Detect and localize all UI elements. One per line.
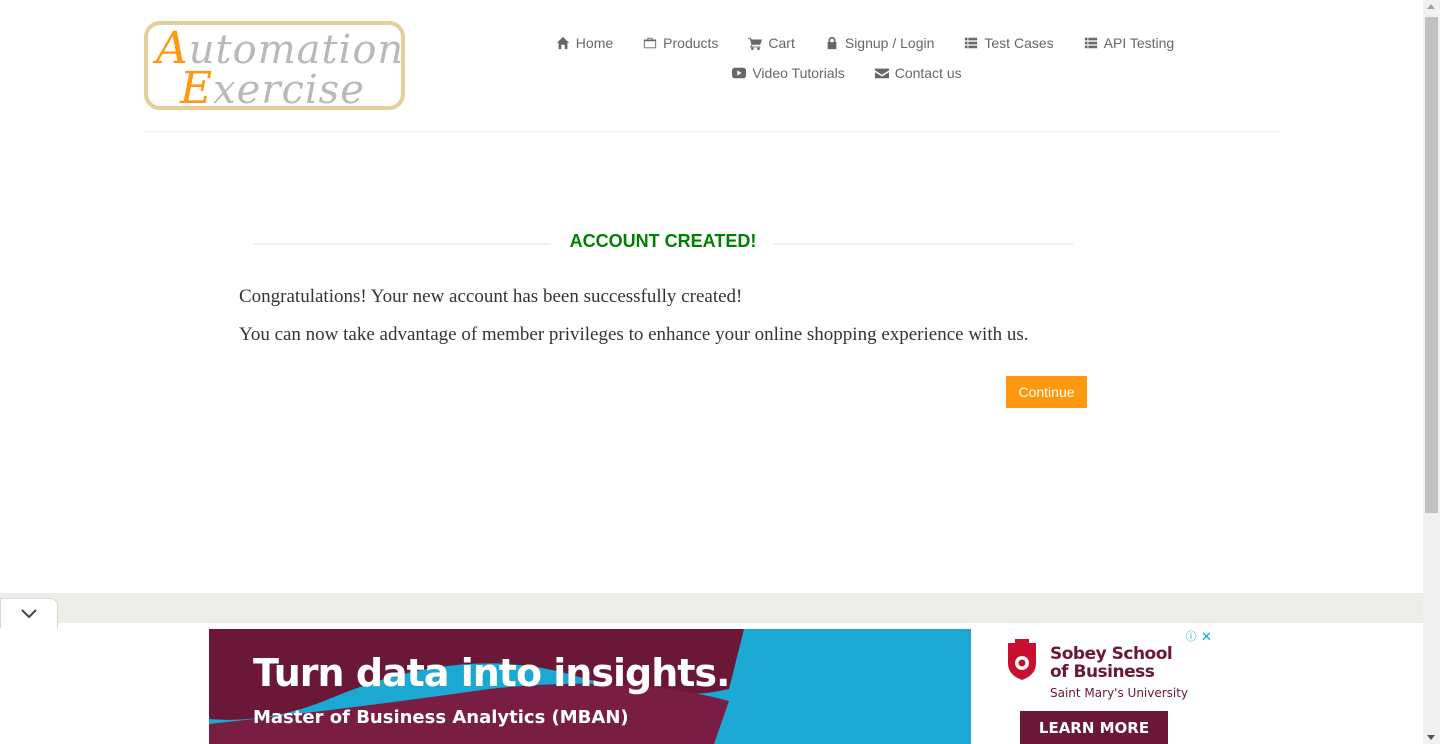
nav-row-1: Home Products Cart Signup / Login Test C… [520, 28, 1210, 58]
envelope-icon [874, 68, 889, 79]
nav-home-label: Home [575, 35, 614, 51]
privileges-message: You can now take advantage of member pri… [239, 324, 1029, 345]
nav-contact-us-label: Contact us [894, 65, 962, 81]
nav-signup-login[interactable]: Signup / Login [825, 35, 935, 51]
scroll-down-icon[interactable] [1427, 735, 1435, 740]
ad-university: Saint Mary's University [1050, 686, 1189, 700]
ad-school-line2: of Business [1050, 662, 1155, 682]
school-crest-icon [1008, 639, 1036, 680]
nav-video-tutorials[interactable]: Video Tutorials [732, 65, 845, 81]
nav-cart-label: Cart [768, 35, 795, 51]
congrats-message: Congratulations! Your new account has be… [239, 286, 743, 307]
main-nav: Home Products Cart Signup / Login Test C… [520, 28, 1210, 88]
nav-api-testing-label: API Testing [1103, 35, 1175, 51]
logo-line2: Exercise [180, 63, 365, 110]
ad-headline: Turn data into insights. [253, 651, 730, 695]
ad-brand-panel: Sobey School of Business Saint Mary's Un… [971, 629, 1214, 744]
ad-subheadline: Master of Business Analytics (MBAN) [253, 707, 629, 728]
list-icon [965, 37, 978, 49]
nav-home[interactable]: Home [556, 35, 613, 51]
continue-button[interactable]: Continue [1006, 376, 1087, 408]
nav-test-cases-label: Test Cases [984, 35, 1054, 51]
list-icon [1084, 37, 1097, 49]
header-divider [143, 131, 1281, 132]
ad-banner[interactable]: Turn data into insights. Master of Busin… [209, 629, 1214, 744]
nav-cart[interactable]: Cart [748, 35, 795, 51]
ad-info-icon[interactable]: ⓘ [1184, 629, 1198, 643]
nav-products-label: Products [663, 35, 719, 51]
ad-school-line1: Sobey School [1050, 644, 1173, 664]
scroll-up-icon[interactable] [1427, 4, 1435, 9]
nav-video-tutorials-label: Video Tutorials [752, 65, 845, 81]
ad-collapse-toggle[interactable] [0, 598, 58, 628]
logo-cap-e: E [180, 63, 214, 110]
ad-close-icon[interactable]: ✕ [1199, 629, 1214, 644]
cart-icon [748, 37, 763, 50]
nav-test-cases[interactable]: Test Cases [964, 35, 1054, 51]
learn-more-button[interactable]: LEARN MORE [1020, 711, 1168, 744]
page-title: ACCOUNT CREATED! [569, 231, 757, 251]
site-logo[interactable]: Automation Exercise [144, 21, 405, 110]
chevron-down-icon [21, 609, 37, 619]
ad-bar-strip [0, 593, 1423, 623]
youtube-play-icon [732, 67, 747, 79]
home-icon [556, 36, 569, 50]
nav-signup-login-label: Signup / Login [844, 35, 935, 51]
nav-products[interactable]: Products [643, 35, 718, 51]
lock-icon [827, 36, 837, 50]
nav-row-2: Video Tutorials Contact us [520, 58, 1174, 88]
logo-text-2: xercise [213, 67, 365, 110]
scroll-thumb[interactable] [1425, 17, 1438, 513]
page-scrollbar[interactable] [1423, 0, 1440, 744]
nav-contact-us[interactable]: Contact us [874, 65, 962, 81]
briefcase-icon [644, 37, 657, 49]
ad-school-name: Sobey School of Business [1050, 644, 1173, 682]
title-rule-right [773, 243, 1073, 245]
nav-api-testing[interactable]: API Testing [1084, 35, 1175, 51]
account-created-heading: ACCOUNT CREATED! [253, 230, 1073, 256]
